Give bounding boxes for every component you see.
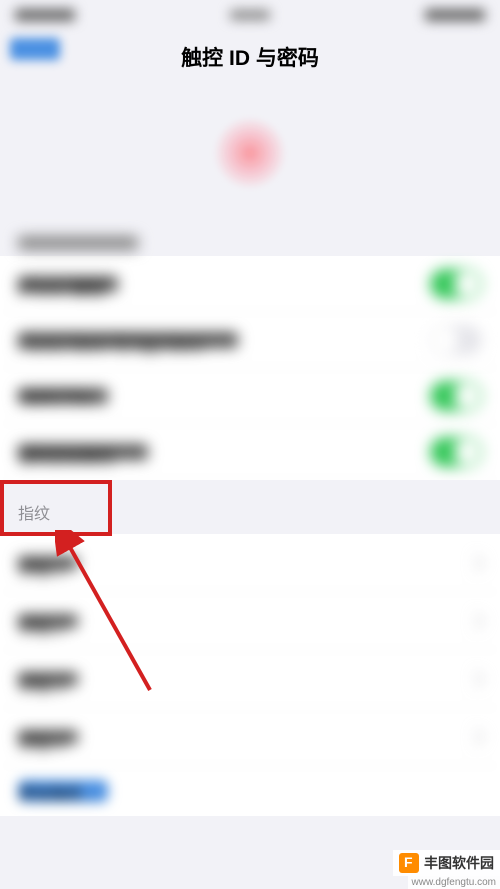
fingerprint-icon [215,118,285,188]
toggle-switch[interactable] [430,437,482,467]
row-iphone-unlock[interactable]: iPhone 解锁 [0,256,500,312]
status-battery [425,9,485,21]
fingerprint-row[interactable]: 手指 4 [0,708,500,766]
back-button[interactable] [10,38,60,60]
fingerprint-list: 手指 1 手指 2 手指 3 手指 4 添加指纹… [0,534,500,816]
add-fingerprint-button[interactable]: 添加指纹… [0,766,500,816]
fingerprint-row[interactable]: 手指 3 [0,650,500,708]
row-password-autofill[interactable]: 密码自动填充 [0,424,500,480]
watermark: 丰图软件园 www.dgfengtu.com [393,850,500,889]
row-label: Apple Pay [18,388,108,404]
fingerprint-label: 手指 2 [18,614,78,628]
uses-section-header [0,218,500,256]
spacer [0,816,500,836]
uses-list: iPhone 解锁 iTunes Store 与 App Store Apple… [0,256,500,480]
fingerprint-row[interactable]: 手指 1 [0,534,500,592]
row-label: iTunes Store 与 App Store [18,332,238,348]
toggle-switch[interactable] [430,325,482,355]
fingerprint-label: 手指 1 [18,556,78,570]
add-fingerprint-label: 添加指纹… [18,780,108,802]
chevron-right-icon [468,670,485,687]
row-label: 密码自动填充 [18,444,148,460]
chevron-right-icon [468,612,485,629]
fingerprint-label: 手指 3 [18,672,78,686]
fingerprint-section-header: 指纹 [0,480,500,534]
row-itunes-appstore[interactable]: iTunes Store 与 App Store [0,312,500,368]
chevron-right-icon [468,728,485,745]
fingerprint-label: 手指 4 [18,730,78,744]
row-label: iPhone 解锁 [18,276,118,292]
toggle-switch[interactable] [430,381,482,411]
status-time [15,9,75,21]
status-carrier [230,10,270,20]
watermark-url: www.dgfengtu.com [408,876,500,889]
watermark-brand: 丰图软件园 [424,853,494,873]
fingerprint-row[interactable]: 手指 2 [0,592,500,650]
row-apple-pay[interactable]: Apple Pay [0,368,500,424]
status-bar [0,0,500,30]
watermark-logo-icon [399,853,419,873]
touchid-hero [0,88,500,218]
chevron-right-icon [468,554,485,571]
toggle-switch[interactable] [430,269,482,299]
page-title: 触控 ID 与密码 [0,30,500,88]
